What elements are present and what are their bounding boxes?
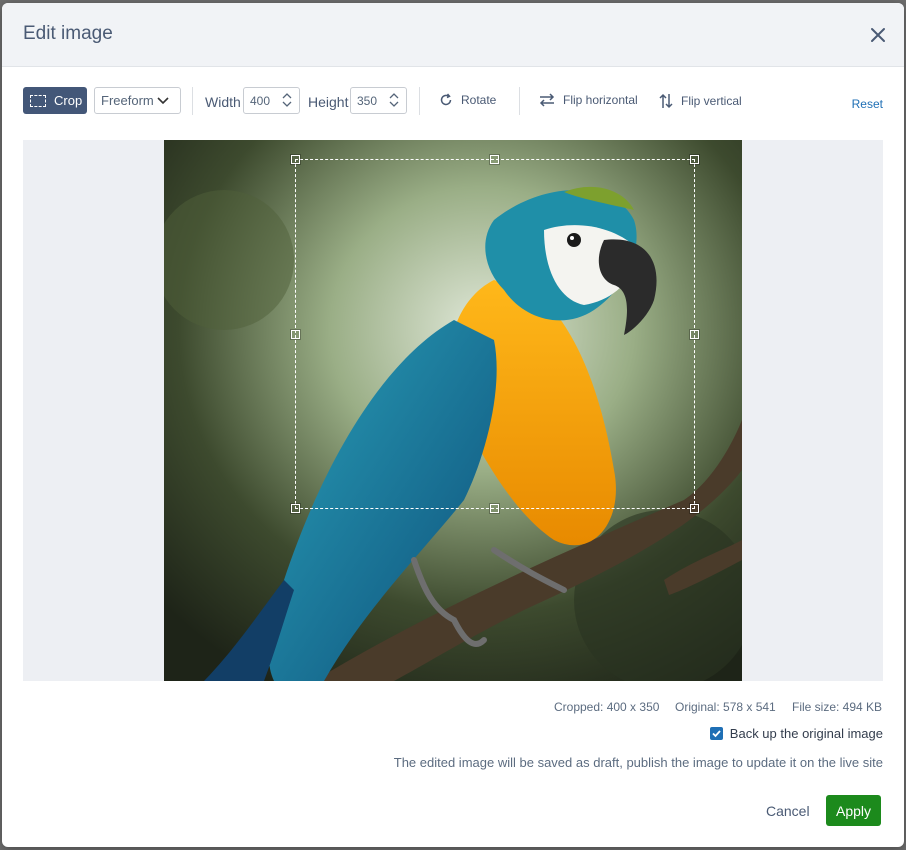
cropped-size-text: Cropped: 400 x 350 — [554, 700, 660, 714]
toolbar-divider — [419, 87, 420, 115]
crop-handle-ne[interactable] — [689, 154, 700, 165]
width-label: Width — [205, 94, 241, 110]
aspect-ratio-select[interactable]: Freeform — [94, 87, 181, 114]
flip-horizontal-label: Flip horizontal — [563, 93, 638, 107]
image-stage — [23, 140, 883, 681]
width-value: 400 — [250, 94, 271, 108]
flip-horizontal-icon — [539, 93, 555, 107]
reset-link[interactable]: Reset — [852, 97, 883, 111]
crop-handle-sw[interactable] — [290, 503, 301, 514]
close-icon — [871, 28, 885, 42]
crop-handle-n[interactable] — [489, 154, 500, 165]
height-value: 350 — [357, 94, 378, 108]
crop-icon — [30, 94, 46, 107]
crop-handle-w[interactable] — [290, 329, 301, 340]
height-input[interactable]: 350 — [350, 87, 407, 114]
draft-note: The edited image will be saved as draft,… — [393, 755, 883, 770]
stepper-icon[interactable] — [388, 91, 400, 109]
stepper-icon[interactable] — [281, 91, 293, 109]
width-input[interactable]: 400 — [243, 87, 300, 114]
dialog-title: Edit image — [23, 23, 113, 44]
rotate-label: Rotate — [461, 93, 497, 107]
dialog-header: Edit image — [2, 3, 904, 67]
edit-image-dialog: Edit image Crop Freeform Width 400 Heigh… — [2, 3, 904, 847]
crop-handle-e[interactable] — [689, 329, 700, 340]
crop-handle-se[interactable] — [689, 503, 700, 514]
toolbar: Crop Freeform Width 400 Height 350 Rotat… — [2, 67, 904, 135]
rotate-button[interactable]: Rotate — [439, 93, 496, 107]
crop-area[interactable] — [295, 159, 695, 509]
file-size-text: File size: 494 KB — [792, 700, 883, 714]
checkbox-checked-icon[interactable] — [709, 727, 723, 740]
crop-handle-s[interactable] — [489, 503, 500, 514]
close-button[interactable] — [868, 25, 888, 45]
backup-checkbox-row[interactable]: Back up the original image — [709, 726, 883, 741]
backup-label: Back up the original image — [729, 726, 883, 741]
crop-button[interactable]: Crop — [23, 87, 87, 114]
aspect-ratio-value: Freeform — [101, 93, 154, 108]
apply-button[interactable]: Apply — [826, 795, 881, 826]
toolbar-divider — [519, 87, 520, 115]
flip-vertical-icon — [659, 93, 673, 109]
cancel-button[interactable]: Cancel — [766, 803, 810, 819]
toolbar-divider — [192, 87, 193, 115]
chevron-down-icon — [157, 97, 169, 105]
original-size-text: Original: 578 x 541 — [675, 700, 776, 714]
flip-vertical-label: Flip vertical — [681, 94, 742, 108]
crop-handle-nw[interactable] — [290, 154, 301, 165]
flip-horizontal-button[interactable]: Flip horizontal — [539, 93, 638, 107]
rotate-icon — [440, 93, 452, 106]
height-label: Height — [308, 94, 349, 110]
crop-button-label: Crop — [54, 93, 83, 108]
flip-vertical-button[interactable]: Flip vertical — [659, 93, 742, 109]
